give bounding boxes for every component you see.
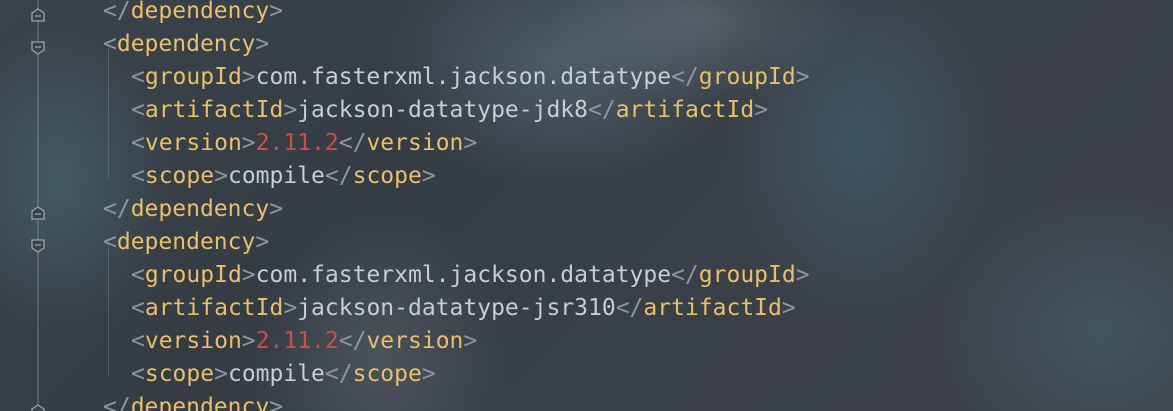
element-value: compile (227, 163, 325, 189)
open-bracket: < (131, 64, 145, 90)
open-bracket: </ (324, 163, 353, 189)
fold-end-icon[interactable] (31, 206, 45, 220)
fold-start-icon[interactable] (31, 239, 45, 253)
open-tag-name: scope (144, 361, 215, 387)
element-value: jackson-datatype-jsr310 (297, 295, 616, 321)
code-line[interactable]: </dependency> (103, 391, 283, 411)
code-line[interactable]: <version>2.11.2</version> (103, 325, 477, 358)
open-bracket: </ (338, 328, 367, 354)
close-tag-name: dependency (130, 196, 270, 222)
fold-end-icon[interactable] (31, 404, 45, 411)
open-tag-name: dependency (116, 229, 256, 255)
close-bracket: > (214, 361, 228, 387)
close-tag-name: dependency (130, 0, 270, 24)
code-line[interactable]: <dependency> (103, 28, 269, 61)
close-bracket: > (795, 64, 810, 90)
fold-end-icon[interactable] (31, 8, 45, 22)
element-value: com.fasterxml.jackson.datatype (255, 64, 672, 90)
close-bracket: > (241, 64, 256, 90)
close-bracket: > (421, 361, 436, 387)
close-tag-name: scope (352, 361, 422, 387)
close-bracket: > (283, 97, 298, 123)
code-line[interactable]: <scope>compile</scope> (103, 358, 436, 391)
open-bracket: < (131, 295, 145, 321)
code-line[interactable]: <scope>compile</scope> (103, 160, 436, 193)
open-tag-name: groupId (144, 64, 242, 90)
open-bracket: </ (671, 64, 699, 90)
code-line[interactable]: <artifactId>jackson-datatype-jsr310</art… (103, 292, 796, 325)
open-bracket: </ (103, 0, 131, 24)
close-bracket: > (241, 262, 256, 288)
open-bracket: </ (615, 295, 644, 321)
fold-start-icon[interactable] (31, 41, 45, 55)
code-line[interactable]: <artifactId>jackson-datatype-jdk8</artif… (103, 94, 768, 127)
open-tag-name: version (144, 328, 242, 354)
close-bracket: > (214, 163, 228, 189)
code-line[interactable]: <groupId>com.fasterxml.jackson.datatype<… (103, 61, 810, 94)
close-bracket: > (421, 163, 436, 189)
open-bracket: < (131, 262, 145, 288)
close-tag-name: artifactId (643, 295, 782, 321)
open-bracket: < (131, 361, 145, 387)
element-value: compile (227, 361, 325, 387)
open-tag-name: artifactId (144, 295, 284, 321)
open-tag-name: version (144, 130, 242, 156)
close-bracket: > (255, 229, 270, 255)
open-bracket: </ (103, 196, 131, 222)
element-value: jackson-datatype-jdk8 (297, 97, 588, 123)
close-tag-name: dependency (130, 394, 270, 411)
close-bracket: > (781, 295, 796, 321)
open-tag-name: artifactId (144, 97, 284, 123)
open-bracket: < (103, 31, 117, 57)
open-bracket: < (131, 130, 145, 156)
element-value: com.fasterxml.jackson.datatype (255, 262, 672, 288)
close-bracket: > (269, 196, 284, 222)
open-bracket: < (131, 163, 145, 189)
code-line[interactable]: </dependency> (103, 193, 283, 226)
close-tag-name: scope (352, 163, 422, 189)
close-bracket: > (255, 31, 270, 57)
open-bracket: </ (324, 361, 353, 387)
close-bracket: > (269, 394, 284, 411)
editor-gutter (0, 0, 76, 411)
close-tag-name: artifactId (615, 97, 755, 123)
open-bracket: < (131, 97, 145, 123)
open-bracket: </ (338, 130, 367, 156)
open-bracket: </ (671, 262, 699, 288)
close-bracket: > (754, 97, 769, 123)
close-bracket: > (795, 262, 810, 288)
open-bracket: </ (103, 394, 131, 411)
close-tag-name: groupId (698, 262, 796, 288)
close-tag-name: version (366, 328, 464, 354)
close-bracket: > (241, 328, 256, 354)
close-tag-name: groupId (698, 64, 796, 90)
open-tag-name: scope (144, 163, 215, 189)
close-bracket: > (241, 130, 256, 156)
open-tag-name: dependency (116, 31, 256, 57)
close-bracket: > (463, 328, 478, 354)
code-line[interactable]: <version>2.11.2</version> (103, 127, 477, 160)
element-value: 2.11.2 (255, 130, 339, 156)
open-bracket: < (131, 328, 145, 354)
code-line[interactable]: <groupId>com.fasterxml.jackson.datatype<… (103, 259, 810, 292)
open-tag-name: groupId (144, 262, 242, 288)
open-bracket: < (103, 229, 117, 255)
close-tag-name: version (366, 130, 464, 156)
code-editor[interactable]: </dependency> <dependency> <groupId>com.fa… (0, 0, 1173, 411)
open-bracket: </ (588, 97, 616, 123)
close-bracket: > (283, 295, 298, 321)
close-bracket: > (463, 130, 478, 156)
code-line[interactable]: <dependency> (103, 226, 269, 259)
element-value: 2.11.2 (255, 328, 339, 354)
close-bracket: > (269, 0, 284, 24)
code-line[interactable]: </dependency> (103, 0, 283, 28)
